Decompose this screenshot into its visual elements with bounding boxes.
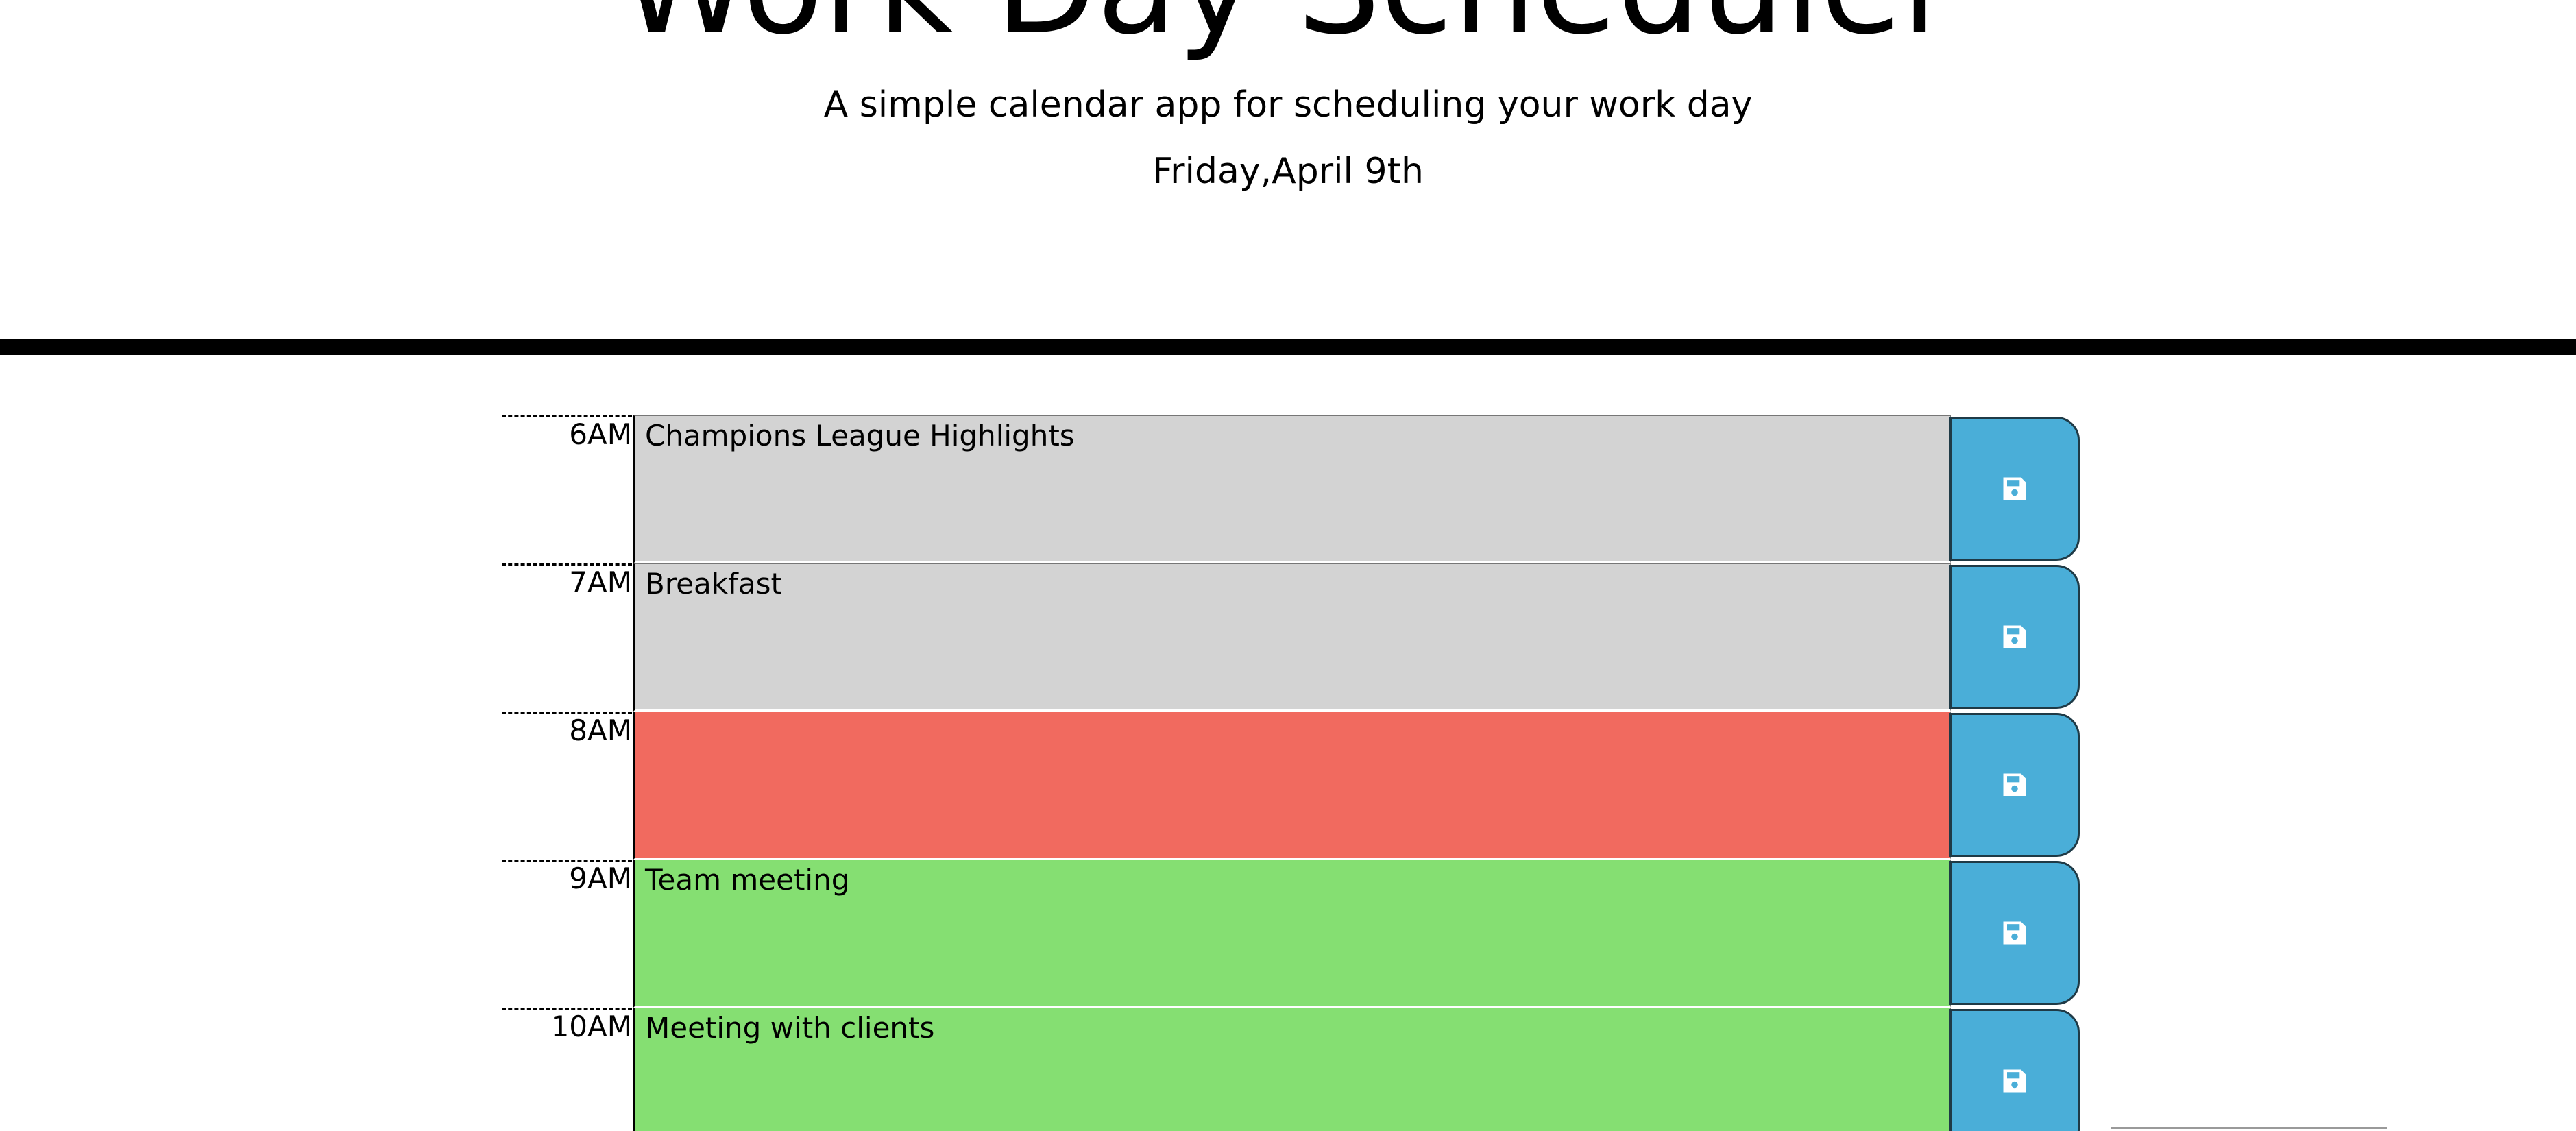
save-icon bbox=[2003, 625, 2026, 648]
time-block: 6AM Champions League Highlights bbox=[502, 415, 2080, 563]
header-divider bbox=[0, 339, 2576, 355]
header: Work Day Scheduler A simple calendar app… bbox=[0, 0, 2576, 339]
save-button[interactable] bbox=[1949, 417, 2080, 561]
time-block: 8AM bbox=[502, 712, 2080, 860]
scroll-edge bbox=[2111, 1127, 2387, 1129]
page-subtitle: A simple calendar app for scheduling you… bbox=[823, 84, 1753, 125]
schedule: 6AM Champions League Highlights 7AM Brea… bbox=[502, 415, 2080, 1131]
hour-label: 8AM bbox=[502, 712, 632, 860]
description-input[interactable]: Meeting with clients bbox=[633, 1008, 1951, 1131]
hour-label: 6AM bbox=[502, 415, 632, 563]
page-title: Work Day Scheduler bbox=[0, 0, 2576, 56]
current-day: Friday,April 9th bbox=[1152, 151, 1424, 192]
hour-label: 10AM bbox=[502, 1008, 632, 1131]
description-input[interactable]: Breakfast bbox=[633, 563, 1951, 712]
time-block: 9AM Team meeting bbox=[502, 860, 2080, 1008]
save-button[interactable] bbox=[1949, 565, 2080, 709]
save-button[interactable] bbox=[1949, 1009, 2080, 1131]
page: Work Day Scheduler A simple calendar app… bbox=[0, 0, 2576, 1131]
save-button[interactable] bbox=[1949, 713, 2080, 857]
save-icon bbox=[2003, 477, 2026, 500]
save-button[interactable] bbox=[1949, 861, 2080, 1005]
save-icon bbox=[2003, 1069, 2026, 1093]
time-block: 7AM Breakfast bbox=[502, 563, 2080, 712]
save-icon bbox=[2003, 921, 2026, 945]
save-icon bbox=[2003, 773, 2026, 796]
description-input[interactable]: Champions League Highlights bbox=[633, 415, 1951, 563]
description-input[interactable]: Team meeting bbox=[633, 860, 1951, 1008]
description-input[interactable] bbox=[633, 712, 1951, 860]
time-block: 10AM Meeting with clients bbox=[502, 1008, 2080, 1131]
hour-label: 9AM bbox=[502, 860, 632, 1008]
hour-label: 7AM bbox=[502, 563, 632, 712]
